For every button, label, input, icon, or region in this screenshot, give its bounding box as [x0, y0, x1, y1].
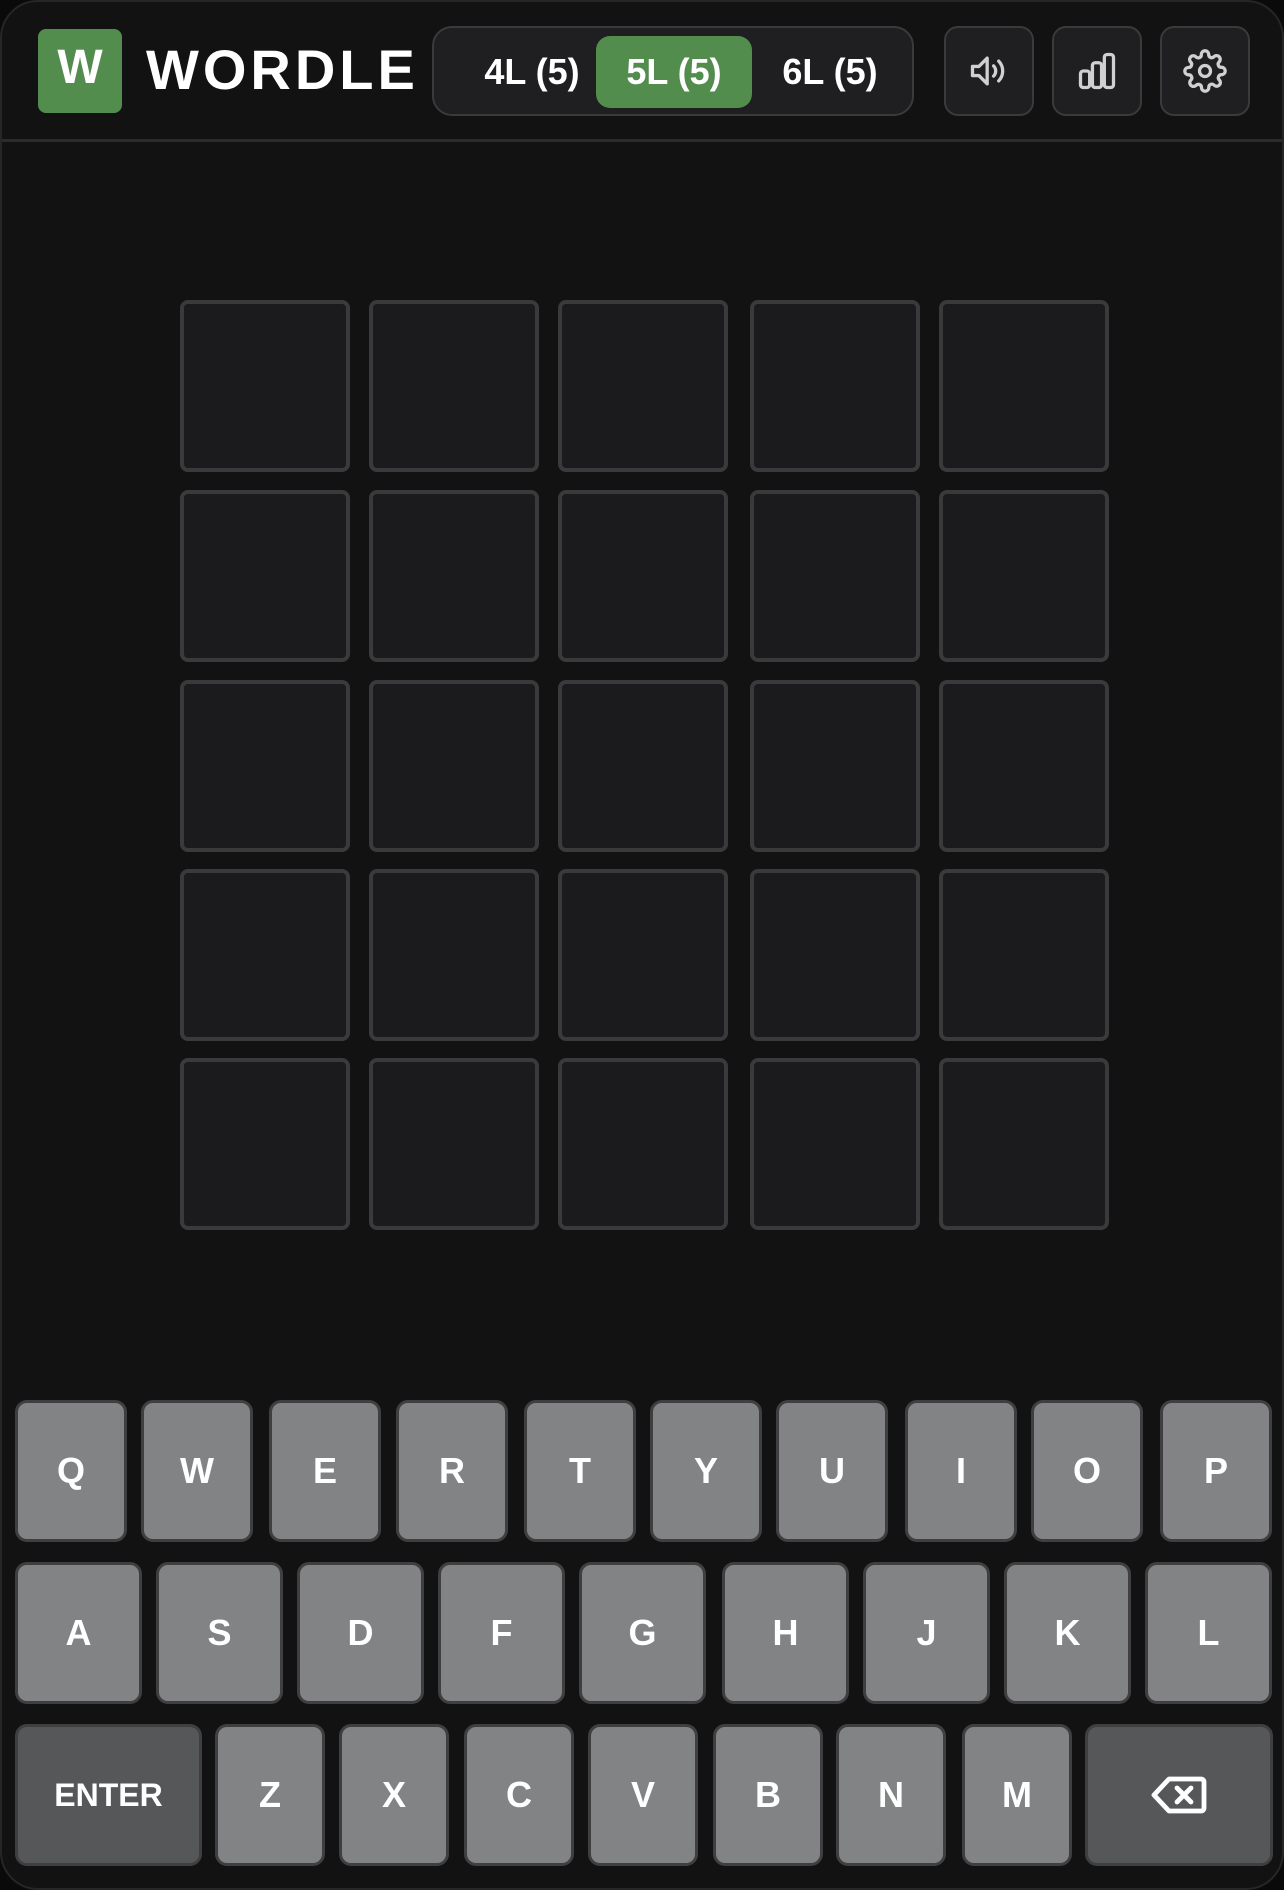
board-tile — [750, 300, 920, 472]
board-tile — [939, 300, 1109, 472]
key-p[interactable]: P — [1160, 1400, 1272, 1542]
board-tile — [180, 869, 350, 1041]
board-tile — [750, 680, 920, 852]
key-i[interactable]: I — [905, 1400, 1017, 1542]
board-tile — [750, 869, 920, 1041]
board-tile — [558, 680, 728, 852]
key-t[interactable]: T — [524, 1400, 636, 1542]
key-q[interactable]: Q — [15, 1400, 127, 1542]
board-tile — [180, 1058, 350, 1230]
key-o[interactable]: O — [1031, 1400, 1143, 1542]
key-s[interactable]: S — [156, 1562, 283, 1704]
board-tile — [369, 1058, 539, 1230]
board-tile — [369, 300, 539, 472]
key-y[interactable]: Y — [650, 1400, 762, 1542]
key-x[interactable]: X — [339, 1724, 449, 1866]
enter-key[interactable]: ENTER — [15, 1724, 202, 1866]
key-l[interactable]: L — [1145, 1562, 1272, 1704]
key-b[interactable]: B — [713, 1724, 823, 1866]
board-tile — [180, 490, 350, 662]
board-tile — [180, 680, 350, 852]
key-a[interactable]: A — [15, 1562, 142, 1704]
board-tile — [939, 869, 1109, 1041]
key-j[interactable]: J — [863, 1562, 990, 1704]
board-tile — [369, 680, 539, 852]
key-k[interactable]: K — [1004, 1562, 1131, 1704]
key-u[interactable]: U — [776, 1400, 888, 1542]
key-c[interactable]: C — [464, 1724, 574, 1866]
key-f[interactable]: F — [438, 1562, 565, 1704]
key-g[interactable]: G — [579, 1562, 706, 1704]
board-tile — [369, 869, 539, 1041]
backspace-icon — [1151, 1776, 1207, 1814]
board-tile — [369, 490, 539, 662]
wordle-app: W WORDLE 4L (5) 5L (5) 6L (5) Q W E R T … — [0, 0, 1284, 1890]
board-tile — [939, 1058, 1109, 1230]
key-z[interactable]: Z — [215, 1724, 325, 1866]
board-tile — [558, 869, 728, 1041]
key-h[interactable]: H — [722, 1562, 849, 1704]
board-tile — [558, 1058, 728, 1230]
key-w[interactable]: W — [141, 1400, 253, 1542]
key-n[interactable]: N — [836, 1724, 946, 1866]
key-v[interactable]: V — [588, 1724, 698, 1866]
board-tile — [558, 300, 728, 472]
backspace-key[interactable] — [1085, 1724, 1273, 1866]
board-tile — [750, 1058, 920, 1230]
board-tile — [180, 300, 350, 472]
key-d[interactable]: D — [297, 1562, 424, 1704]
board-tile — [558, 490, 728, 662]
key-m[interactable]: M — [962, 1724, 1072, 1866]
key-r[interactable]: R — [396, 1400, 508, 1542]
board-tile — [750, 490, 920, 662]
board-tile — [939, 680, 1109, 852]
key-e[interactable]: E — [269, 1400, 381, 1542]
board-tile — [939, 490, 1109, 662]
